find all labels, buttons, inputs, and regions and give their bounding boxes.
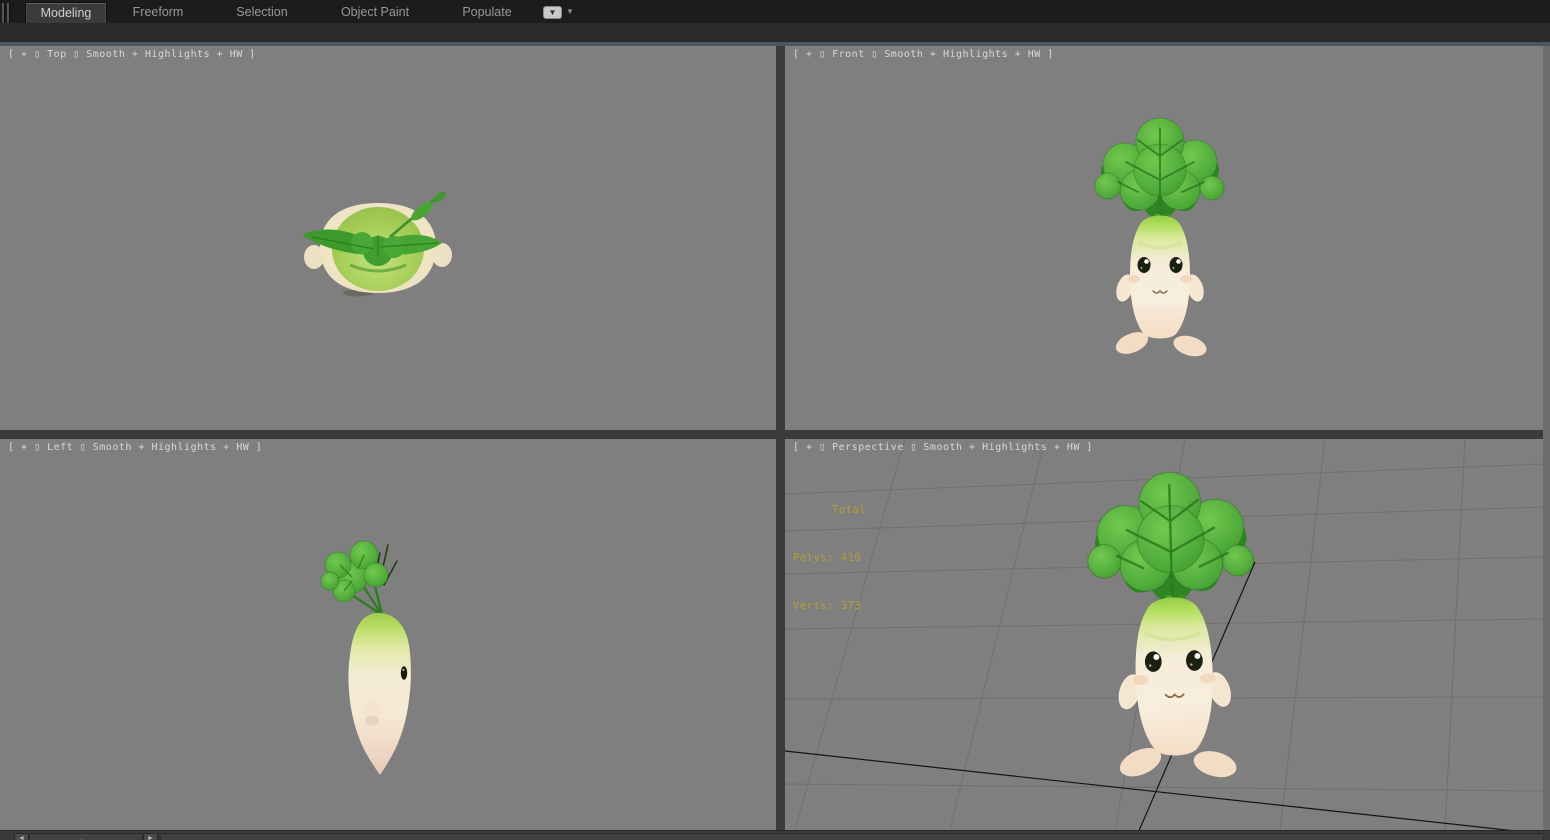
ribbon-tab-modeling[interactable]: Modeling [25, 2, 107, 23]
stats-verts: Verts: 373 [793, 600, 862, 612]
viewport-area: [ + ▯ Top ▯ Smooth + Highlights + HW ] [… [0, 46, 1550, 830]
stats-polys: Polys: 410 [793, 552, 862, 564]
ribbon: Modeling Freeform Selection Object Paint… [0, 0, 1550, 65]
viewport-left[interactable]: [ + ▯ Left ▯ Smooth + Highlights + HW ] [0, 439, 776, 830]
timeline-bar: ◄ 0 / 100 ► [0, 830, 1550, 840]
ribbon-tab-populate[interactable]: Populate [447, 2, 527, 22]
viewport-perspective-label[interactable]: [ + ▯ Perspective ▯ Smooth + Highlights … [793, 442, 1093, 453]
app-window: Modeling Freeform Selection Object Paint… [0, 0, 1550, 840]
radish-model-side-view[interactable] [300, 525, 460, 780]
ribbon-panel-row: Polygon Modeling [0, 23, 1550, 65]
viewport-perspective[interactable]: [ + ▯ Perspective ▯ Smooth + Highlights … [785, 439, 1543, 830]
viewport-right-edge [1543, 46, 1550, 830]
ribbon-minimize-button[interactable]: ▼ [543, 6, 562, 19]
viewport-front[interactable]: [ + ▯ Front ▯ Smooth + Highlights + HW ] [785, 46, 1543, 430]
timeline-divider [158, 832, 159, 840]
stats-total-label: Total [832, 504, 867, 516]
viewport-front-label[interactable]: [ + ▯ Front ▯ Smooth + Highlights + HW ] [793, 49, 1054, 60]
ribbon-tab-freeform[interactable]: Freeform [118, 2, 198, 22]
timeline-prev-button[interactable]: ◄ [14, 833, 29, 840]
timeline-track[interactable] [160, 833, 1544, 840]
viewport-left-label[interactable]: [ + ▯ Left ▯ Smooth + Highlights + HW ] [8, 442, 262, 453]
statistics-overlay: Total Polys: 410 Verts: 373 [793, 470, 866, 646]
chevron-down-icon: ▼ [548, 8, 557, 17]
viewport-top[interactable]: [ + ▯ Top ▯ Smooth + Highlights + HW ] [0, 46, 776, 430]
radish-model-top-view[interactable] [290, 185, 470, 310]
ribbon-tab-object-paint[interactable]: Object Paint [325, 2, 425, 22]
ribbon-tab-bar: Modeling Freeform Selection Object Paint… [0, 0, 1550, 39]
viewport-top-label[interactable]: [ + ▯ Top ▯ Smooth + Highlights + HW ] [8, 49, 256, 60]
caret-down-icon[interactable]: ▼ [566, 7, 574, 16]
ribbon-tab-selection[interactable]: Selection [222, 2, 302, 22]
radish-model-perspective-view[interactable] [1070, 462, 1276, 796]
radish-model-front-view[interactable] [1080, 110, 1240, 370]
timeline-next-button[interactable]: ► [143, 833, 158, 840]
time-slider[interactable]: 0 / 100 [29, 833, 143, 840]
